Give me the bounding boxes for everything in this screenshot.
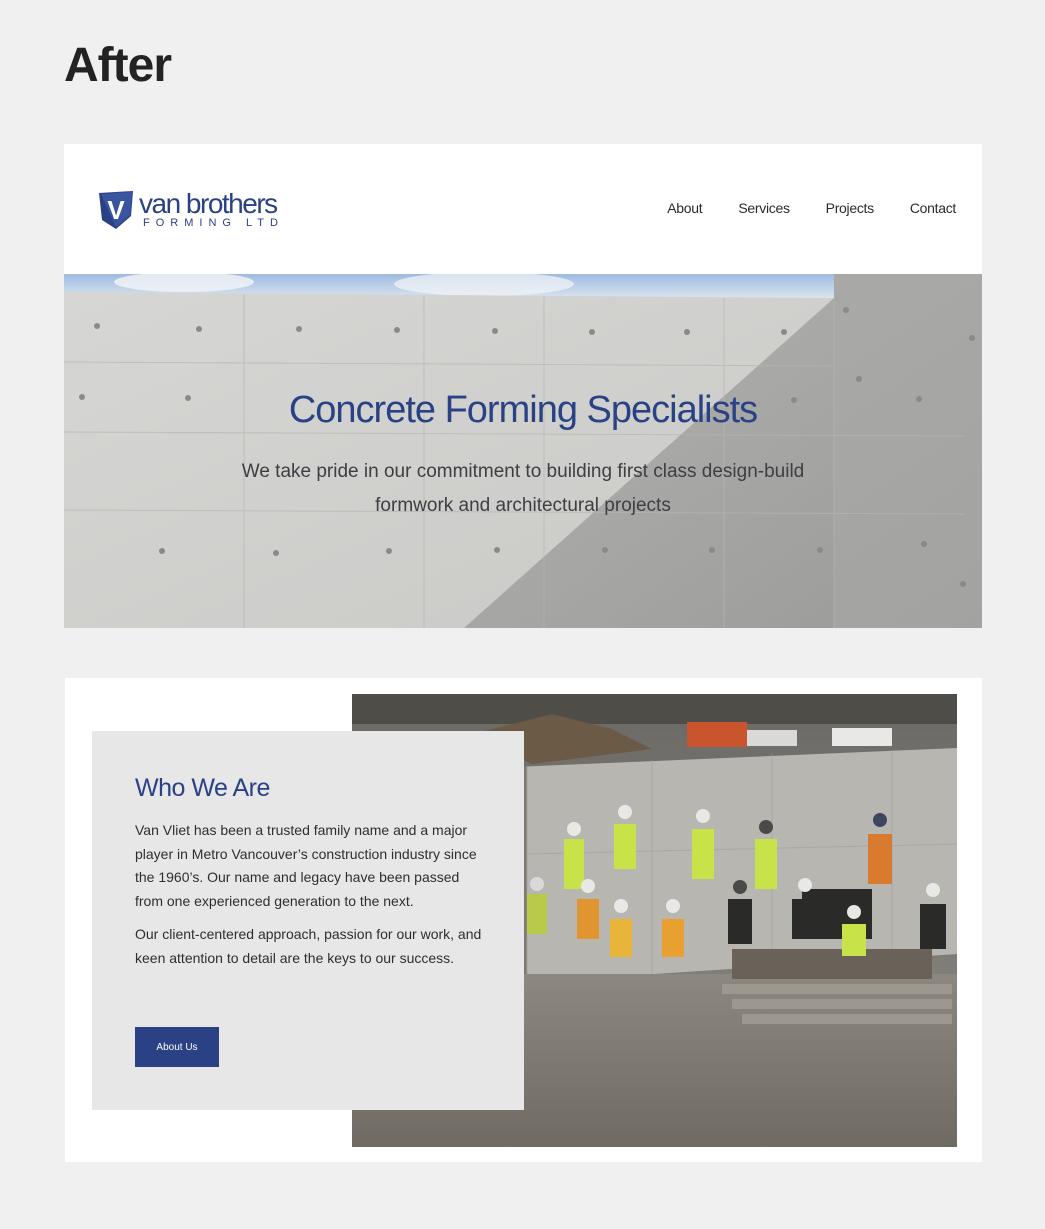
concrete-wall-image xyxy=(64,274,982,628)
logo-mark: V xyxy=(107,195,125,225)
about-heading: Who We Are xyxy=(135,774,270,802)
hero-subtitle: We take pride in our commitment to build… xyxy=(241,461,805,516)
about-paragraph-1: Van Vliet has been a trusted family name… xyxy=(135,822,477,909)
website-preview-about: Who We Are Van Vliet has been a trusted … xyxy=(65,678,982,1162)
nav-services[interactable]: Services xyxy=(738,200,790,216)
shield-logo-icon: V xyxy=(99,191,133,229)
website-preview-top: V van brothers FORMING LTD About Service… xyxy=(64,144,982,628)
about-us-button[interactable]: About Us xyxy=(135,1027,219,1067)
page-label: After xyxy=(64,39,172,92)
nav-projects[interactable]: Projects xyxy=(826,200,874,216)
site-header: V van brothers FORMING LTD About Service… xyxy=(64,144,982,274)
about-panel: Who We Are Van Vliet has been a trusted … xyxy=(92,731,524,1110)
nav-about[interactable]: About xyxy=(667,200,702,216)
main-nav: About Services Projects Contact xyxy=(667,200,956,216)
hero-title: Concrete Forming Specialists xyxy=(288,389,758,431)
logo-wordmark: van brothers xyxy=(139,188,278,219)
logo[interactable]: V van brothers FORMING LTD xyxy=(98,188,298,234)
nav-contact[interactable]: Contact xyxy=(910,200,956,216)
about-paragraph-2: Our client-centered approach, passion fo… xyxy=(135,926,482,966)
logo-subline: FORMING LTD xyxy=(143,217,284,229)
hero-section: Concrete Forming Specialists We take pri… xyxy=(64,274,982,628)
